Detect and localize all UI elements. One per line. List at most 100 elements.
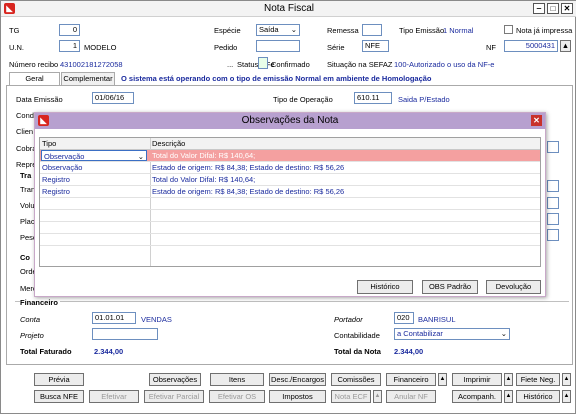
descricao-cell[interactable]: Estado de origem: R$ 84,38; Estado de de… (150, 186, 540, 198)
column-header-tipo[interactable]: Tipo (40, 138, 150, 150)
column-header-descricao[interactable]: Descrição (150, 138, 540, 150)
grid-row-empty[interactable] (40, 246, 540, 258)
impostos-button[interactable]: Impostos (269, 390, 326, 403)
historico-expand-icon[interactable]: ▲ (562, 390, 571, 403)
efetivar-parcial-button[interactable]: Efetivar Parcial (144, 390, 204, 403)
ja-impressa-label: Nota já impressa (516, 26, 573, 35)
tg-input[interactable]: 0 (59, 24, 80, 36)
nota-ecf-expand-icon[interactable]: ▲ (373, 390, 382, 403)
status-nfe-label: Status NFe (237, 60, 275, 69)
imprimir-expand-icon[interactable]: ▲ (504, 373, 513, 386)
peso-input-edge[interactable] (547, 229, 559, 241)
tg-label: TG (9, 26, 20, 35)
especie-select[interactable]: Saída ⌄ (256, 24, 300, 36)
dialog-title-bar: ◣ Observações da Nota ✕ (35, 113, 545, 129)
dialog-title: Observações da Nota (241, 115, 339, 126)
grid-row[interactable]: Registro Estado de origem: R$ 84,38; Est… (40, 186, 540, 198)
pedido-label: Pedido (214, 43, 238, 52)
comissoes-button[interactable]: Comissões (331, 373, 381, 386)
dialog-close-button[interactable]: ✕ (531, 115, 542, 126)
grid-row[interactable]: Observação Estado de origem: R$ 84,38; E… (40, 162, 540, 174)
grid-row-empty[interactable] (40, 222, 540, 234)
grid-row-empty[interactable] (40, 234, 540, 246)
minimize-button[interactable]: ‒ (533, 3, 545, 14)
un-input[interactable]: 1 (59, 40, 80, 52)
efetivar-os-button[interactable]: Efetivar OS (209, 390, 265, 403)
placa-select-edge[interactable] (547, 213, 559, 225)
conta-input[interactable]: 01.01.01 (92, 312, 136, 324)
un-label: U.N. (9, 43, 24, 52)
busca-nfe-button[interactable]: Busca NFE (34, 390, 84, 403)
projeto-input[interactable] (92, 328, 158, 340)
nota-ecf-button[interactable]: Nota ECF (331, 390, 371, 403)
nf-lookup-button[interactable]: ▲ (560, 40, 571, 52)
tra-label: Tra (20, 171, 32, 180)
tipo-operacao-desc: Saida P/Estado (398, 95, 450, 104)
portador-input[interactable]: 020 (394, 312, 414, 324)
especie-value: Saída (259, 25, 279, 34)
fiete-neg-button[interactable]: Fiete Neg. (516, 373, 560, 386)
serie-input[interactable]: NFE (362, 40, 389, 52)
previa-button[interactable]: Prévia (34, 373, 84, 386)
pedido-input[interactable] (256, 40, 300, 52)
tipo-cell[interactable]: Registro (40, 174, 150, 186)
obs-padrao-button[interactable]: OBS Padrão (422, 280, 478, 294)
grid-row-selected[interactable]: Observação ⌄ Total do Valor Difal: R$ 14… (40, 150, 540, 162)
tipo-emissao-label: Tipo Emissão (399, 26, 445, 35)
emission-notice: O sistema está operando com o tipo de em… (121, 74, 432, 83)
tipo-operacao-label: Tipo de Operação (273, 95, 333, 104)
grid-row-empty[interactable] (40, 198, 540, 210)
volume-input-edge[interactable] (547, 197, 559, 209)
descricao-cell[interactable]: Total do Valor Difal: R$ 140,64; (150, 174, 540, 186)
especie-label: Espécie (214, 26, 241, 35)
recibo-value: 431002181272058 (60, 60, 123, 69)
maximize-button[interactable]: □ (547, 3, 559, 14)
historico-button[interactable]: Histórico (516, 390, 560, 403)
data-emissao-input[interactable]: 01/06/16 (92, 92, 134, 104)
desc-encargos-button[interactable]: Desc./Encargos (269, 373, 326, 386)
projeto-label: Projeto (20, 331, 44, 340)
fiete-neg-expand-icon[interactable]: ▲ (562, 373, 571, 386)
tab-geral[interactable]: Geral (9, 72, 60, 86)
grid-row-empty[interactable] (40, 210, 540, 222)
status-nfe-value: Confirmado (271, 60, 310, 69)
acompanh-button[interactable]: Acompanh. (452, 390, 502, 403)
itens-button[interactable]: Itens (210, 373, 264, 386)
transportadora-input-edge[interactable] (547, 180, 559, 192)
status-dots: ... (227, 60, 234, 69)
efetivar-button[interactable]: Efetivar (89, 390, 139, 403)
grid-row[interactable]: Registro Total do Valor Difal: R$ 140,64… (40, 174, 540, 186)
total-nota-value: 2.344,00 (394, 347, 424, 356)
conta-desc: VENDAS (141, 315, 172, 324)
remessa-input[interactable] (362, 24, 382, 36)
status-indicator (258, 57, 268, 69)
observacoes-button[interactable]: Observações (149, 373, 201, 386)
chevron-down-icon: ⌄ (500, 329, 507, 338)
tipo-cell[interactable]: Registro (40, 186, 150, 198)
descricao-cell[interactable]: Estado de origem: R$ 84,38; Estado de de… (150, 162, 540, 174)
conta-label: Conta (20, 315, 41, 324)
total-faturado-value: 2.344,00 (94, 347, 124, 356)
financeiro-button[interactable]: Financeiro (386, 373, 436, 386)
observacoes-grid: Tipo Descrição Observação ⌄ Total do Val… (39, 137, 541, 267)
dialog-historico-button[interactable]: Histórico (357, 280, 413, 294)
tipo-select[interactable]: Observação ⌄ (41, 150, 147, 161)
co-label: Co (20, 253, 30, 262)
ja-impressa-checkbox[interactable] (504, 25, 513, 34)
nf-input[interactable]: 5000431 (504, 40, 558, 52)
anular-nf-button[interactable]: Anular NF (386, 390, 436, 403)
data-emissao-label: Data Emissão (16, 95, 63, 104)
descricao-cell[interactable]: Total do Valor Difal: R$ 140,64; (150, 150, 540, 162)
tipo-cell[interactable]: Observação (40, 162, 150, 174)
financeiro-expand-icon[interactable]: ▲ (438, 373, 447, 386)
close-button[interactable]: ✕ (561, 3, 573, 14)
cond-label: Cond (16, 111, 34, 120)
imprimir-button[interactable]: Imprimir (452, 373, 502, 386)
cobranca-input-edge[interactable] (547, 141, 559, 153)
tab-complementar[interactable]: Complementar (61, 72, 115, 85)
remessa-label: Remessa (327, 26, 359, 35)
devolucao-button[interactable]: Devolução (486, 280, 541, 294)
acompanh-expand-icon[interactable]: ▲ (504, 390, 513, 403)
contabilidade-select[interactable]: a Contabilizar ⌄ (394, 328, 510, 340)
tipo-operacao-input[interactable]: 610.11 (354, 92, 392, 104)
